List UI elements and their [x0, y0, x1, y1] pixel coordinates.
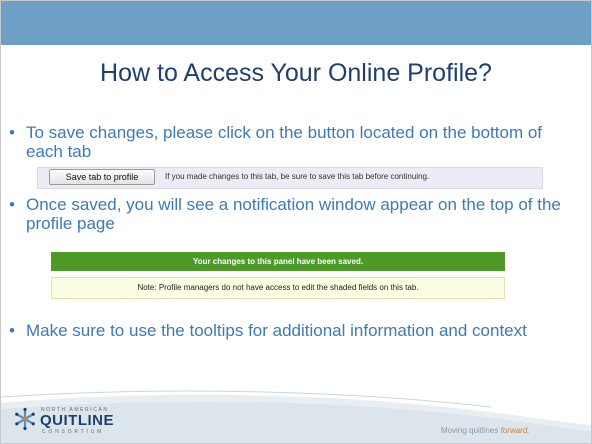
bullet-text: Make sure to use the tooltips for additi… [26, 321, 527, 340]
save-tab-panel: Save tab to profile If you made changes … [37, 167, 543, 189]
bullet-marker: • [9, 123, 15, 142]
slide-title: How to Access Your Online Profile? [100, 59, 492, 87]
bullet-item: • Once saved, you will see a notificatio… [9, 195, 569, 233]
bullet-item: • To save changes, please click on the b… [9, 123, 569, 161]
logo-main-text: QUITLINE [40, 412, 114, 429]
tagline-start: Moving quitlines [441, 426, 499, 435]
bullet-item: • Make sure to use the tooltips for addi… [9, 321, 569, 340]
bullet-text: Once saved, you will see a notification … [26, 195, 561, 233]
save-tab-note: If you made changes to this tab, be sure… [165, 172, 430, 181]
bullet-marker: • [9, 321, 15, 340]
quitline-logo: NORTH AMERICAN QUITLINE CONSORTIUM [13, 405, 153, 435]
shaded-fields-note: Note: Profile managers do not have acces… [51, 277, 505, 299]
bullet-marker: • [9, 195, 15, 214]
save-tab-button[interactable]: Save tab to profile [49, 169, 155, 185]
tagline-emphasis: forward. [500, 426, 530, 435]
bullet-text: To save changes, please click on the but… [26, 123, 543, 161]
footer-tagline: Moving quitlines forward. [441, 426, 530, 435]
snowflake-logo-icon [15, 407, 35, 431]
header-band [1, 1, 591, 45]
slide: How to Access Your Online Profile? • To … [0, 0, 592, 444]
logo-bottom-text: CONSORTIUM [42, 429, 105, 435]
saved-notification-banner: Your changes to this panel have been sav… [51, 252, 505, 271]
